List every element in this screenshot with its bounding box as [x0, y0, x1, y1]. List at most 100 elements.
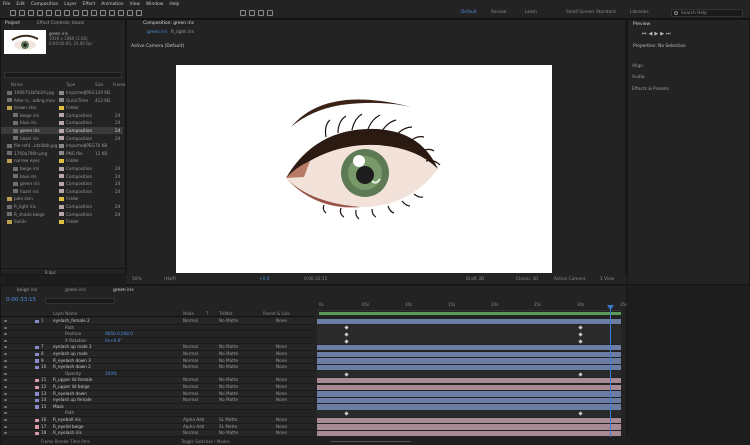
- layer-trkmat[interactable]: No Matte: [219, 430, 238, 437]
- layer-label-color[interactable]: [35, 431, 39, 436]
- zoom-tool-icon[interactable]: [37, 10, 43, 16]
- col-size[interactable]: Size: [95, 82, 103, 87]
- menu-animation[interactable]: Animation: [101, 2, 123, 7]
- layer-duration-bar[interactable]: [317, 424, 621, 430]
- col-frame[interactable]: Frame: [113, 82, 125, 87]
- visibility-eye-icon[interactable]: [4, 419, 7, 421]
- workspace-review[interactable]: Review: [491, 10, 506, 15]
- layer-parent[interactable]: None: [276, 424, 287, 431]
- col-mode[interactable]: Mode: [183, 311, 194, 316]
- layer-label-color[interactable]: [35, 345, 39, 350]
- layer-duration-bar[interactable]: [317, 404, 621, 410]
- home-icon[interactable]: [10, 10, 16, 16]
- menu-help[interactable]: Help: [169, 2, 179, 7]
- layer-duration-bar[interactable]: [317, 344, 621, 351]
- layer-trkmat[interactable]: No Matte: [219, 351, 238, 358]
- layer-trkmat[interactable]: SL Matte: [219, 417, 237, 424]
- property-row[interactable]: X Rotation 0x+0.0°: [1, 337, 314, 345]
- rectangle-tool-icon[interactable]: [73, 10, 79, 16]
- align-section[interactable]: Align: [632, 64, 742, 69]
- layer-parent[interactable]: None: [276, 364, 287, 371]
- project-item[interactable]: Solids Folder: [1, 218, 123, 225]
- layer-trkmat[interactable]: No Matte: [219, 358, 238, 365]
- layer-duration-bar[interactable]: [317, 377, 621, 384]
- workspace-libraries[interactable]: Libraries: [630, 10, 649, 15]
- visibility-eye-icon[interactable]: [4, 386, 7, 388]
- property-row[interactable]: Opacity 100%: [1, 370, 314, 378]
- timeline-tab[interactable]: beige iris: [17, 288, 37, 293]
- timeline-tab[interactable]: green iris: [65, 288, 86, 293]
- effects-presets-section[interactable]: Effects & Presets: [632, 87, 742, 92]
- menu-edit[interactable]: Edit: [16, 2, 25, 7]
- layer-parent[interactable]: None: [276, 344, 287, 351]
- visibility-eye-icon[interactable]: [4, 366, 7, 369]
- label-color-chip[interactable]: [59, 120, 64, 125]
- views-select[interactable]: 1 View: [600, 277, 614, 282]
- layer-duration-bar[interactable]: [317, 430, 621, 437]
- layer-row[interactable]: 13 R_eyelash down Normal No Matte None: [1, 390, 314, 398]
- workspace-default[interactable]: Default: [461, 10, 477, 15]
- visibility-eye-icon[interactable]: [4, 346, 7, 349]
- property-value[interactable]: 9650.0,508.0: [105, 331, 133, 338]
- project-item[interactable]: brown skin Folder: [1, 104, 123, 111]
- layer-duration-bar[interactable]: [317, 351, 621, 358]
- timeline-search[interactable]: [45, 298, 115, 304]
- comp-subtab[interactable]: green iris: [147, 30, 168, 35]
- layer-label-color[interactable]: [35, 398, 39, 403]
- project-item[interactable]: R_light iris Composition 24: [1, 203, 123, 210]
- menu-window[interactable]: Window: [146, 2, 163, 7]
- layer-label-color[interactable]: [35, 425, 39, 429]
- label-color-chip[interactable]: [59, 212, 64, 217]
- comp-subtab[interactable]: R_light iris: [171, 30, 194, 35]
- col-type[interactable]: Type: [66, 82, 75, 87]
- tab-effect-controls[interactable]: Effect Controls: blank: [37, 21, 84, 26]
- playhead[interactable]: [610, 306, 611, 442]
- layer-trkmat[interactable]: No Matte: [219, 384, 238, 391]
- layer-duration-bar[interactable]: [317, 318, 621, 325]
- col-name[interactable]: Name: [11, 82, 23, 87]
- brush-tool-icon[interactable]: [100, 10, 106, 16]
- toggle-switches-modes[interactable]: Toggle Switches / Modes: [181, 439, 230, 444]
- layer-duration-bar[interactable]: [317, 384, 621, 391]
- axis-local-icon[interactable]: [240, 10, 246, 16]
- snapping-toggle-icon[interactable]: [267, 10, 273, 16]
- label-color-chip[interactable]: [59, 158, 64, 163]
- col-layer-name[interactable]: Layer Name: [53, 311, 77, 316]
- visibility-eye-icon[interactable]: [4, 405, 7, 408]
- visibility-eye-icon[interactable]: [4, 339, 7, 342]
- project-item[interactable]: beige iris Composition 24: [1, 165, 123, 172]
- resolution-select[interactable]: (Half): [164, 277, 176, 282]
- property-value[interactable]: 0x+0.0°: [105, 338, 122, 345]
- menu-view[interactable]: View: [130, 2, 140, 7]
- menu-layer[interactable]: Layer: [64, 2, 76, 7]
- workspace-standard[interactable]: Standard: [596, 10, 616, 15]
- project-item[interactable]: file-ref4...ktzi0bb.jpg ImportedJPEG 70 KB: [1, 142, 123, 149]
- layer-trkmat[interactable]: No Matte: [219, 397, 238, 404]
- time-ruler[interactable]: 0s 05s 10s 15s 20s 25s 30s 35s: [317, 301, 627, 311]
- roto-brush-icon[interactable]: [127, 10, 133, 16]
- project-item[interactable]: blue iris Composition 24: [1, 119, 123, 126]
- audio-section[interactable]: Audio: [632, 75, 742, 80]
- puppet-pin-icon[interactable]: [136, 10, 142, 16]
- label-color-chip[interactable]: [59, 181, 64, 186]
- pan-behind-icon[interactable]: [64, 10, 70, 16]
- layer-label-color[interactable]: [35, 319, 39, 323]
- visibility-eye-icon[interactable]: [4, 412, 7, 415]
- zoom-select[interactable]: 50%: [132, 277, 142, 282]
- property-row[interactable]: Path: [1, 324, 314, 332]
- visibility-eye-icon[interactable]: [4, 379, 7, 382]
- visibility-eye-icon[interactable]: [4, 432, 7, 435]
- rotate-tool-icon[interactable]: [46, 10, 52, 16]
- draft-3d-toggle[interactable]: Draft 3D: [466, 277, 484, 282]
- label-color-chip[interactable]: [59, 90, 64, 95]
- layer-row[interactable]: 8 eyelash up male Normal No Matte None: [1, 351, 314, 358]
- bpc-label[interactable]: 8 bpc: [45, 270, 56, 275]
- timeline-timecode[interactable]: 0:00:33:15: [6, 297, 36, 303]
- project-item[interactable]: 1760a790h.png PNG file 12 KB: [1, 150, 123, 157]
- composition-canvas[interactable]: [176, 65, 552, 273]
- project-item[interactable]: blue iris Composition 24: [1, 173, 123, 180]
- workspace-learn[interactable]: Learn: [525, 10, 537, 15]
- project-item[interactable]: 1066703b5b19.jpg ImportedJPEG 129 KB: [1, 89, 123, 96]
- layer-label-color[interactable]: [35, 378, 39, 383]
- layer-parent[interactable]: None: [276, 391, 287, 398]
